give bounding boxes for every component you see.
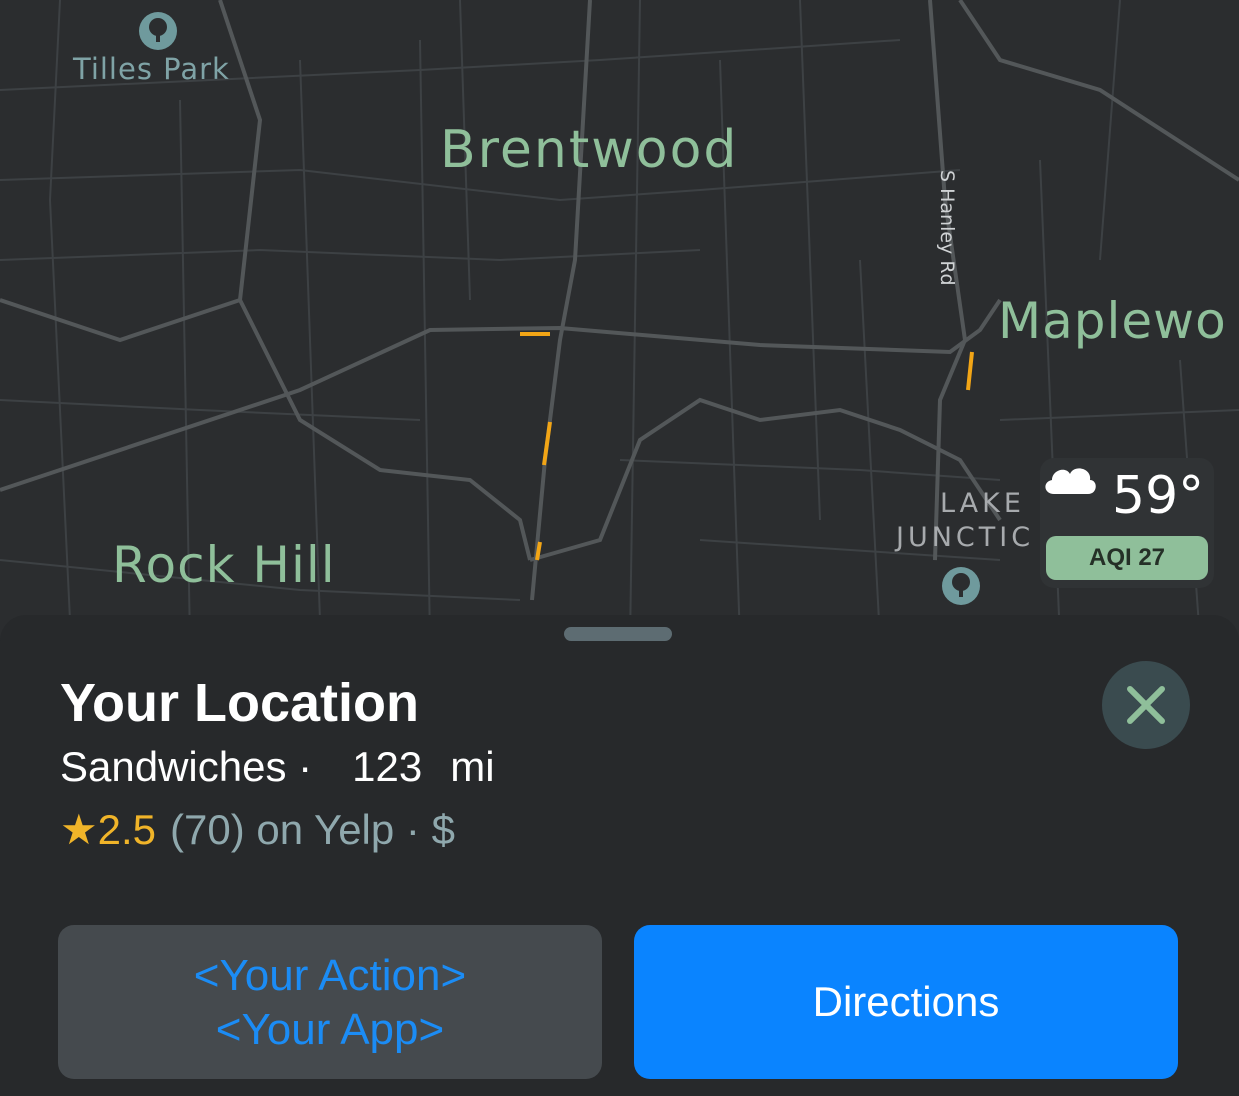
rating-score: 2.5 [97,806,157,853]
rating-reviews: (70) on Yelp · $ [170,806,455,853]
map-label-brentwood: Brentwood [440,120,739,180]
directions-button[interactable]: Directions [634,925,1178,1079]
your-action-button[interactable]: <Your Action> <Your App> [58,925,602,1079]
action-label-line1: <Your Action> [193,951,467,1000]
map-label-tilles-park: Tilles Park [73,52,230,86]
place-distance-unit: mi [450,743,495,790]
place-title: Your Location [60,673,419,733]
close-button[interactable] [1102,661,1190,749]
close-icon [1127,686,1165,724]
place-distance: 123 [352,743,423,790]
cloud-icon [1045,468,1096,494]
weather-temperature: 59° [1112,466,1205,526]
map-label-s-hanley-rd: S Hanley Rd [936,170,958,286]
tree-icon[interactable] [139,12,177,50]
weather-widget[interactable]: 59° AQI 27 [1040,458,1214,588]
map-view[interactable]: Tilles Park Brentwood Rock Hill Maplewo … [0,0,1239,640]
map-label-rock-hill: Rock Hill [112,536,336,594]
place-rating: ★2.5 (70) on Yelp · $ [60,805,455,854]
action-label-line2: <Your App> [215,1005,445,1054]
map-label-maplewood: Maplewo [998,292,1227,350]
star-icon: ★ [60,806,98,853]
aqi-badge: AQI 27 [1046,536,1208,580]
map-label-lake: LAKE [940,488,1025,519]
map-label-junction: JUNCTIC [896,522,1035,553]
place-card-sheet: Your Location Sandwiches · 123 mi ★2.5 (70)… [0,615,1239,1096]
sheet-grabber-handle[interactable] [564,627,672,641]
tree-icon[interactable] [942,567,980,605]
place-category: Sandwiches · [60,743,313,790]
place-subtitle: Sandwiches · 123 mi [60,743,495,791]
